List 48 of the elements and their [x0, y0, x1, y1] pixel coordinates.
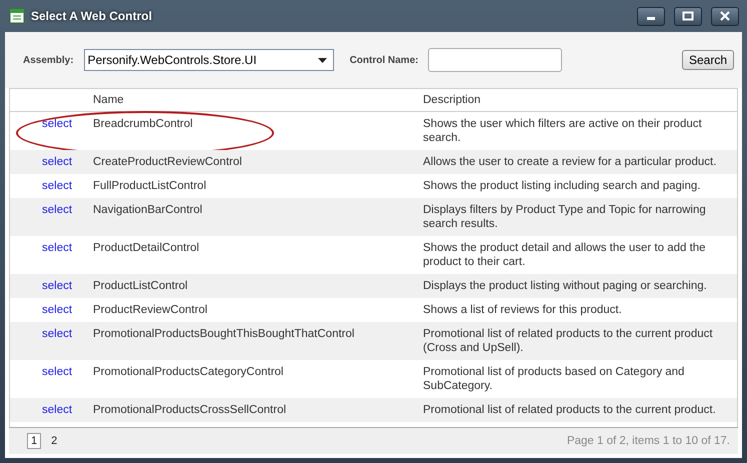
- control-name: ProductDetailControl: [93, 241, 200, 256]
- select-link[interactable]: select: [42, 242, 72, 254]
- select-link[interactable]: select: [42, 328, 72, 340]
- select-link[interactable]: select: [42, 366, 72, 378]
- control-description: Promotional list of related products to the current product.: [423, 403, 717, 417]
- dropdown-caret-icon: [318, 58, 327, 62]
- control-description: Shows the product detail and allows the user to add the product to their cart.: [423, 241, 707, 269]
- select-link[interactable]: select: [42, 280, 72, 292]
- control-name-label: Control Name:: [350, 54, 418, 66]
- search-button[interactable]: Search: [682, 50, 734, 70]
- control-description: Shows the user which filters are active on their product search.: [423, 117, 703, 145]
- window-title: Select A Web Control: [31, 9, 153, 23]
- pager-summary: Page 1 of 2, items 1 to 10 of 17.: [566, 435, 730, 447]
- control-description: Displays filters by Product Type and Topic for narrowing search results.: [423, 203, 707, 231]
- control-name: CreateProductReviewControl: [93, 155, 243, 169]
- close-button[interactable]: [711, 6, 739, 26]
- control-name: PromotionalProductsBoughtThisBoughtThatControl: [93, 327, 356, 342]
- select-link[interactable]: select: [42, 204, 72, 216]
- maximize-icon: [682, 11, 694, 21]
- control-name: FullProductListControl: [93, 179, 208, 193]
- control-name-field[interactable]: [428, 48, 562, 72]
- close-icon: [720, 11, 730, 21]
- control-name: NavigationBarControl: [93, 203, 204, 218]
- control-description: Allows the user to create a review for a particular product.: [423, 155, 718, 169]
- column-header: Name: [93, 93, 125, 107]
- page-link[interactable]: 2: [47, 433, 62, 449]
- select-link[interactable]: select: [42, 304, 72, 316]
- assembly-dropdown[interactable]: Personify.WebControls.Store.UI: [84, 49, 334, 71]
- page-link[interactable]: 1: [27, 433, 42, 449]
- control-name: BreadcrumbControl: [93, 117, 194, 132]
- control-description: Promotional list of products based on Category and SubCategory.: [423, 365, 686, 393]
- control-name: PromotionalProductsCategoryControl: [93, 365, 284, 380]
- minimize-button[interactable]: [637, 6, 665, 26]
- select-link[interactable]: select: [42, 118, 72, 130]
- control-description: Shows a list of reviews for this product.: [423, 303, 623, 317]
- window-icon: [9, 8, 25, 24]
- select-link[interactable]: select: [42, 180, 72, 192]
- select-link[interactable]: select: [42, 156, 72, 168]
- control-description: Promotional list of related products to the current product (Cross and UpSell).: [423, 327, 714, 355]
- assembly-label: Assembly:: [23, 54, 74, 66]
- control-name: PromotionalProductsCrossSellControl: [93, 403, 288, 417]
- control-description: Displays the product listing without paging or searching.: [423, 279, 708, 293]
- control-name: ProductListControl: [93, 279, 189, 293]
- column-header: Description: [423, 93, 482, 107]
- select-link[interactable]: select: [42, 404, 72, 416]
- control-description: Shows the product listing including search and paging.: [423, 179, 702, 193]
- control-name: ProductReviewControl: [93, 303, 208, 317]
- maximize-button[interactable]: [674, 6, 702, 26]
